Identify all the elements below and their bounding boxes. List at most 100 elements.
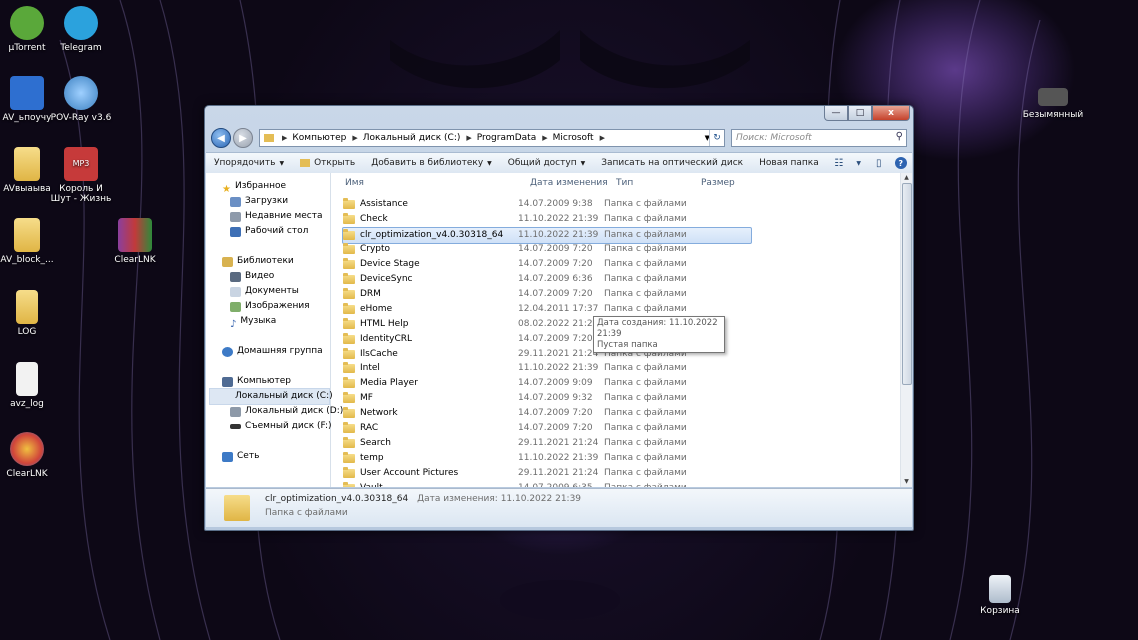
- nav-network[interactable]: Сеть: [222, 449, 259, 464]
- folder-icon: [343, 287, 355, 299]
- breadcrumb-programdata[interactable]: ProgramData: [477, 133, 536, 143]
- breadcrumb-computer[interactable]: Компьютер: [292, 133, 346, 143]
- folder-icon: [14, 218, 40, 252]
- chevron-down-icon[interactable]: ▼: [855, 156, 863, 170]
- new-folder-label: Новая папка: [759, 158, 819, 168]
- scrollbar-thumb[interactable]: [902, 183, 912, 385]
- share-button[interactable]: Общий доступ ▼: [500, 158, 593, 168]
- maximize-button[interactable]: □: [848, 106, 872, 121]
- nav-homegroup[interactable]: Домашняя группа: [222, 344, 323, 359]
- file-name-cell: eHome: [343, 302, 392, 317]
- nav-images[interactable]: Изображения: [230, 299, 310, 314]
- table-row[interactable]: temp 11.10.2022 21:39 Папка с файлами: [343, 451, 751, 466]
- table-row[interactable]: Search 29.11.2021 21:24 Папка с файлами: [343, 436, 751, 451]
- nav-video[interactable]: Видео: [230, 269, 274, 284]
- file-name: Device Stage: [360, 258, 420, 269]
- nav-music[interactable]: ♪ Музыка: [230, 314, 276, 330]
- breadcrumb-microsoft[interactable]: Microsoft: [553, 133, 594, 143]
- help-icon[interactable]: ?: [894, 157, 907, 169]
- new-folder-button[interactable]: Новая папка: [751, 158, 827, 168]
- refresh-icon[interactable]: ↻: [709, 130, 724, 146]
- window-caption-buttons: — □ x: [824, 106, 910, 121]
- nav-documents[interactable]: Документы: [230, 284, 299, 299]
- forward-button[interactable]: ▶: [233, 128, 253, 148]
- nav-label: Изображения: [245, 301, 310, 311]
- file-name: DRM: [360, 288, 381, 299]
- column-date[interactable]: Дата изменения: [530, 178, 608, 188]
- mp3-file-icon: MP3: [64, 147, 98, 181]
- file-type: Папка с файлами: [604, 303, 687, 314]
- desktop-icon-label: ClearLNK: [114, 255, 156, 265]
- close-button[interactable]: x: [872, 106, 910, 121]
- search-icon[interactable]: ⚲: [896, 131, 903, 142]
- table-row[interactable]: DeviceSync 14.07.2009 6:36 Папка с файлами: [343, 272, 751, 287]
- table-row[interactable]: Device Stage 14.07.2009 7:20 Папка с файла…: [343, 257, 751, 272]
- table-row[interactable]: Vault 14.07.2009 6:35 Папка с файлами: [343, 481, 751, 487]
- back-button[interactable]: ◀: [211, 128, 231, 148]
- table-row[interactable]: eHome 12.04.2011 17:37 Папка с файлами: [343, 302, 751, 317]
- scroll-down-icon[interactable]: ▼: [901, 477, 912, 487]
- column-name[interactable]: Имя: [345, 178, 364, 188]
- table-row[interactable]: Intel 11.10.2022 21:39 Папка с файлами: [343, 361, 751, 376]
- file-date: 14.07.2009 7:20: [518, 258, 593, 269]
- desktop-icon-clearlnk[interactable]: ClearLNK: [0, 432, 59, 479]
- file-name: IdentityCRL: [360, 333, 413, 344]
- breadcrumb-drive-c[interactable]: Локальный диск (C:): [363, 133, 461, 143]
- nav-downloads[interactable]: Загрузки: [230, 194, 288, 209]
- nav-desktop[interactable]: Рабочий стол: [230, 224, 308, 239]
- burn-button[interactable]: Записать на оптический диск: [593, 158, 751, 168]
- folder-icon: [264, 134, 274, 142]
- file-date: 11.10.2022 21:39: [518, 213, 599, 224]
- desktop-icon-folder-log[interactable]: LOG: [0, 290, 59, 337]
- organize-button[interactable]: Упорядочить ▼: [206, 158, 292, 168]
- file-date: 14.07.2009 6:35: [518, 481, 593, 487]
- nav-drive-d[interactable]: Локальный диск (D:): [230, 404, 343, 419]
- nav-drive-f[interactable]: Съемный диск (F:): [230, 419, 332, 434]
- desktop-icon-clearlnk-archive[interactable]: ClearLNK: [103, 218, 167, 265]
- nav-libraries[interactable]: Библиотеки: [222, 254, 294, 269]
- nav-computer[interactable]: Компьютер: [222, 374, 291, 389]
- add-library-label: Добавить в библиотеку: [371, 158, 484, 168]
- table-row[interactable]: Check 11.10.2022 21:39 Папка с файлами: [343, 212, 751, 227]
- nav-favorites[interactable]: ★ Избранное: [222, 179, 286, 195]
- folder-icon: [343, 452, 355, 464]
- table-row[interactable]: User Account Pictures 29.11.2021 21:24 Пап…: [343, 466, 751, 481]
- homegroup-icon: [222, 346, 233, 357]
- desktop-icon-untitled[interactable]: Безымянный: [1021, 88, 1085, 120]
- table-row[interactable]: Network 14.07.2009 7:20 Папка с файлами: [343, 406, 751, 421]
- open-button[interactable]: Открыть: [292, 158, 363, 168]
- desktop-icon-recycle-bin[interactable]: Корзина: [968, 575, 1032, 616]
- view-options-icon[interactable]: ☷: [831, 156, 847, 170]
- address-bar[interactable]: ▶ Компьютер ▶ Локальный диск (C:) ▶ Prog…: [259, 129, 725, 147]
- desktop-icon-avz-log[interactable]: avz_log: [0, 362, 59, 409]
- column-size[interactable]: Размер: [701, 178, 735, 188]
- column-type[interactable]: Тип: [616, 178, 633, 188]
- vertical-scrollbar[interactable]: ▲ ▼: [900, 173, 912, 487]
- table-row[interactable]: Assistance 14.07.2009 9:38 Папка с файлами: [343, 197, 751, 212]
- scroll-up-icon[interactable]: ▲: [901, 173, 912, 183]
- details-type: Папка с файлами: [265, 508, 348, 518]
- table-row[interactable]: Media Player 14.07.2009 9:09 Папка с файла…: [343, 376, 751, 391]
- desktop-icon-folder-av-block[interactable]: AV_block_...: [0, 218, 59, 265]
- file-name: Media Player: [360, 378, 418, 389]
- desktop-icon-label: avz_log: [10, 399, 44, 409]
- file-date: 14.07.2009 9:32: [518, 393, 593, 404]
- table-row[interactable]: RAC 14.07.2009 7:20 Папка с файлами: [343, 421, 751, 436]
- desktop-icon-telegram[interactable]: Telegram: [49, 6, 113, 53]
- desktop-icon-mp3[interactable]: MP3 Король И Шут - Жизнь: [49, 147, 113, 204]
- file-type: Папка с файлами: [604, 453, 687, 464]
- nav-label: Недавние места: [245, 211, 323, 221]
- table-row[interactable]: Crypto 14.07.2009 7:20 Папка с файлами: [343, 242, 751, 257]
- table-row[interactable]: DRM 14.07.2009 7:20 Папка с файлами: [343, 287, 751, 302]
- nav-drive-c[interactable]: Локальный диск (C:): [209, 388, 333, 405]
- search-input[interactable]: Поиск: Microsoft ⚲: [731, 129, 907, 147]
- details-date: Дата изменения: 11.10.2022 21:39: [417, 494, 582, 504]
- file-name: HTML Help: [360, 318, 409, 329]
- nav-recent[interactable]: Недавние места: [230, 209, 323, 224]
- preview-pane-icon[interactable]: ▯: [871, 156, 887, 170]
- desktop-icon-povray[interactable]: POV-Ray v3.6: [49, 76, 113, 123]
- text-file-icon: [16, 362, 38, 396]
- add-to-library-button[interactable]: Добавить в библиотеку ▼: [363, 158, 500, 168]
- minimize-button[interactable]: —: [824, 106, 848, 121]
- table-row[interactable]: MF 14.07.2009 9:32 Папка с файлами: [343, 391, 751, 406]
